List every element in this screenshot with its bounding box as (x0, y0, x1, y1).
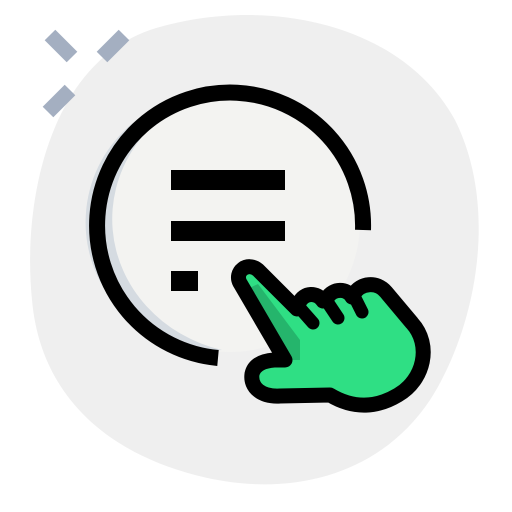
menu-line-bottom (171, 271, 198, 291)
sparkle-line (44, 29, 78, 63)
icon-canvas (0, 0, 512, 512)
finger-crease (347, 289, 369, 319)
menu-line-middle (171, 221, 285, 241)
tap-menu-icon (30, 15, 479, 485)
menu-line-top (171, 170, 285, 190)
